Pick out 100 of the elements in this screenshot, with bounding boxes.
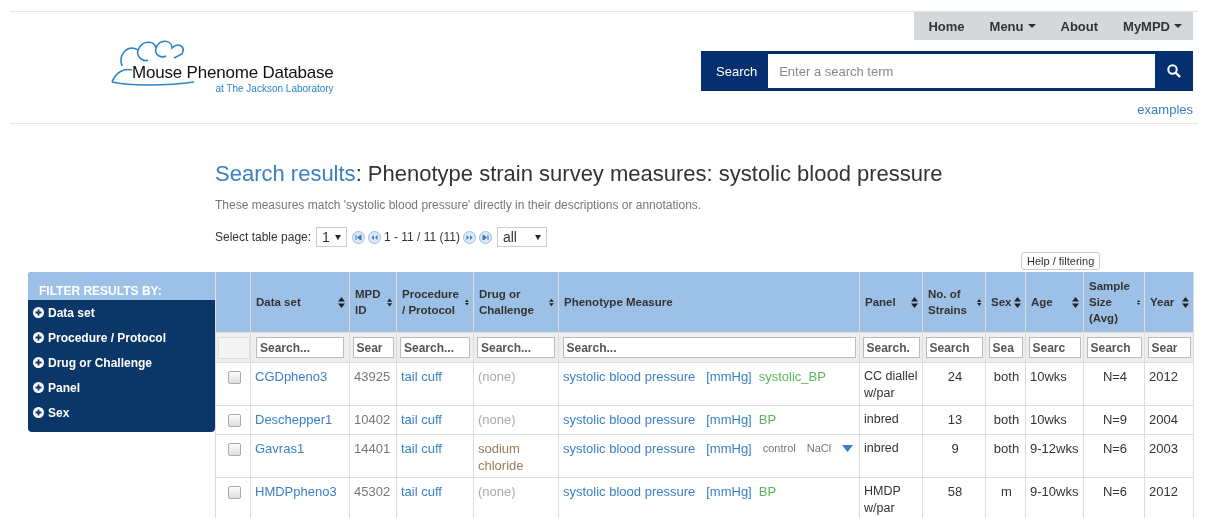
- panel-text: inbred: [864, 412, 899, 426]
- column-header[interactable]: Year: [1144, 272, 1194, 333]
- page-size-select[interactable]: all: [496, 227, 547, 247]
- column-filter-field[interactable]: Search...: [562, 337, 856, 358]
- age-text: 9-10wks: [1030, 484, 1079, 499]
- procedure-link[interactable]: tail cuff: [401, 441, 442, 456]
- description-text: These measures match 'systolic blood pressure' directly in their descriptions or annotations.: [215, 198, 703, 212]
- panel-text: inbred: [864, 441, 899, 455]
- sample-size: N=4: [1102, 369, 1128, 384]
- column-header[interactable]: No. of Strains: [922, 272, 986, 333]
- column-header[interactable]: Age: [1025, 272, 1084, 333]
- drug-text: sodium chloride: [478, 441, 524, 473]
- measure-link[interactable]: systolic blood pressure: [563, 411, 696, 428]
- control-label: control: [762, 441, 796, 456]
- filter-label: Panel: [48, 380, 80, 395]
- treatment-label[interactable]: NaCl: [806, 440, 832, 457]
- measure-tag: BP: [758, 411, 777, 428]
- column-filter-field[interactable]: Search...: [256, 337, 344, 358]
- panel-text: HMDP w/par: [864, 484, 901, 515]
- column-filter-field[interactable]: Search.: [862, 337, 920, 358]
- column-filter-field[interactable]: Sear: [1147, 337, 1191, 358]
- strain-count: 9: [951, 441, 959, 456]
- filter-label: Procedure / Protocol: [48, 330, 167, 345]
- year-text: 2003: [1149, 441, 1178, 456]
- dataset-link[interactable]: Gavras1: [255, 441, 305, 456]
- column-label: Year: [1150, 295, 1175, 310]
- measure-link[interactable]: systolic blood pressure: [563, 440, 696, 457]
- unit-text: [mmHg]: [706, 411, 752, 428]
- nav-link[interactable]: MyMPD: [1109, 18, 1193, 34]
- column-filter-field[interactable]: Sear: [352, 337, 394, 358]
- search-results-link[interactable]: Search results: [215, 161, 356, 186]
- column-filter-field[interactable]: Search: [1086, 337, 1142, 358]
- column-filter-field[interactable]: Sea: [988, 337, 1023, 358]
- column-label: Panel: [865, 295, 896, 310]
- panel-text: CC diallel w/par: [864, 369, 918, 400]
- age-text: 9-12wks: [1030, 441, 1079, 456]
- column-label: No. of Strains: [928, 287, 968, 318]
- site-subtitle: at The Jackson Laboratory: [215, 83, 334, 94]
- column-filter-field[interactable]: Search...: [477, 337, 555, 358]
- filter-item[interactable]: Data set: [28, 300, 215, 325]
- column-filter-field[interactable]: Searc: [1028, 337, 1081, 358]
- strain-count: 58: [947, 484, 963, 499]
- column-header[interactable]: Procedure / Protocol: [396, 272, 474, 333]
- procedure-link[interactable]: tail cuff: [401, 484, 442, 499]
- column-label: Phenotype Measure: [564, 295, 673, 310]
- column-header[interactable]: Sample Size (Avg): [1083, 272, 1145, 333]
- page-heading: Search results: Phenotype strain survey measures: systolic blood pressure: [215, 161, 944, 187]
- procedure-link[interactable]: tail cuff: [401, 369, 442, 384]
- mpd-id: 10402: [354, 412, 391, 427]
- column-label: Age: [1031, 295, 1053, 310]
- examples-link[interactable]: examples: [1137, 102, 1193, 117]
- age-text: 10wks: [1030, 412, 1067, 427]
- column-filter-field[interactable]: Search: [925, 337, 983, 358]
- sex-text: m: [1001, 484, 1012, 499]
- column-header[interactable]: Panel: [859, 272, 923, 333]
- unit-text: [mmHg]: [706, 440, 752, 457]
- column-label: MPD ID: [355, 287, 382, 318]
- drug-text: (none): [478, 412, 516, 427]
- measure-link[interactable]: systolic blood pressure: [563, 483, 696, 500]
- sample-size: N=6: [1102, 441, 1128, 456]
- strain-count: 13: [947, 412, 963, 427]
- unit-text: [mmHg]: [706, 368, 752, 385]
- year-text: 2012: [1149, 484, 1178, 499]
- column-label: Procedure / Protocol: [402, 287, 460, 318]
- pager-label: Select table page:: [215, 230, 312, 244]
- column-header[interactable]: Data set: [250, 272, 350, 333]
- mpd-id: 45302: [354, 484, 391, 499]
- sample-size: N=6: [1102, 484, 1128, 499]
- page-select[interactable]: 1: [316, 227, 347, 247]
- column-label: Drug or Challenge: [479, 287, 535, 318]
- filter-label: Drug or Challenge: [48, 355, 152, 370]
- search-field[interactable]: Enter a search term: [768, 54, 1155, 88]
- column-header[interactable]: MPD ID: [349, 272, 397, 333]
- search-label: Search: [715, 63, 759, 79]
- site-title[interactable]: Mouse Phenome Database: [132, 63, 334, 83]
- nav-link[interactable]: Menu: [975, 18, 1047, 34]
- nav-link[interactable]: About: [1046, 18, 1110, 34]
- nav-link[interactable]: Home: [914, 18, 976, 34]
- measure-tag: BP: [758, 483, 777, 500]
- filter-item[interactable]: Panel: [28, 375, 215, 400]
- unit-text: [mmHg]: [706, 483, 752, 500]
- column-label: Sex: [991, 295, 1012, 310]
- column-label: Data set: [256, 295, 301, 310]
- filter-label: Sex: [48, 405, 70, 420]
- filter-item[interactable]: Procedure / Protocol: [28, 325, 215, 350]
- column-header[interactable]: Drug or Challenge: [473, 272, 559, 333]
- filter-heading: FILTER RESULTS BY:: [28, 272, 215, 300]
- filter-item[interactable]: Drug or Challenge: [28, 350, 215, 375]
- age-text: 10wks: [1030, 369, 1067, 384]
- drug-text: (none): [478, 369, 516, 384]
- sex-text: both: [993, 441, 1020, 456]
- measure-link[interactable]: systolic blood pressure: [563, 368, 696, 385]
- column-header[interactable]: Sex: [985, 272, 1026, 333]
- filter-item[interactable]: Sex: [28, 400, 215, 425]
- help-tooltip: Help / filtering: [1021, 252, 1101, 270]
- page-range: 1 - 11 / 11 (11): [383, 230, 460, 244]
- sample-size: N=9: [1102, 412, 1128, 427]
- filter-label: Data set: [48, 305, 95, 320]
- year-text: 2004: [1149, 412, 1178, 427]
- column-filter-field[interactable]: Search...: [400, 337, 470, 358]
